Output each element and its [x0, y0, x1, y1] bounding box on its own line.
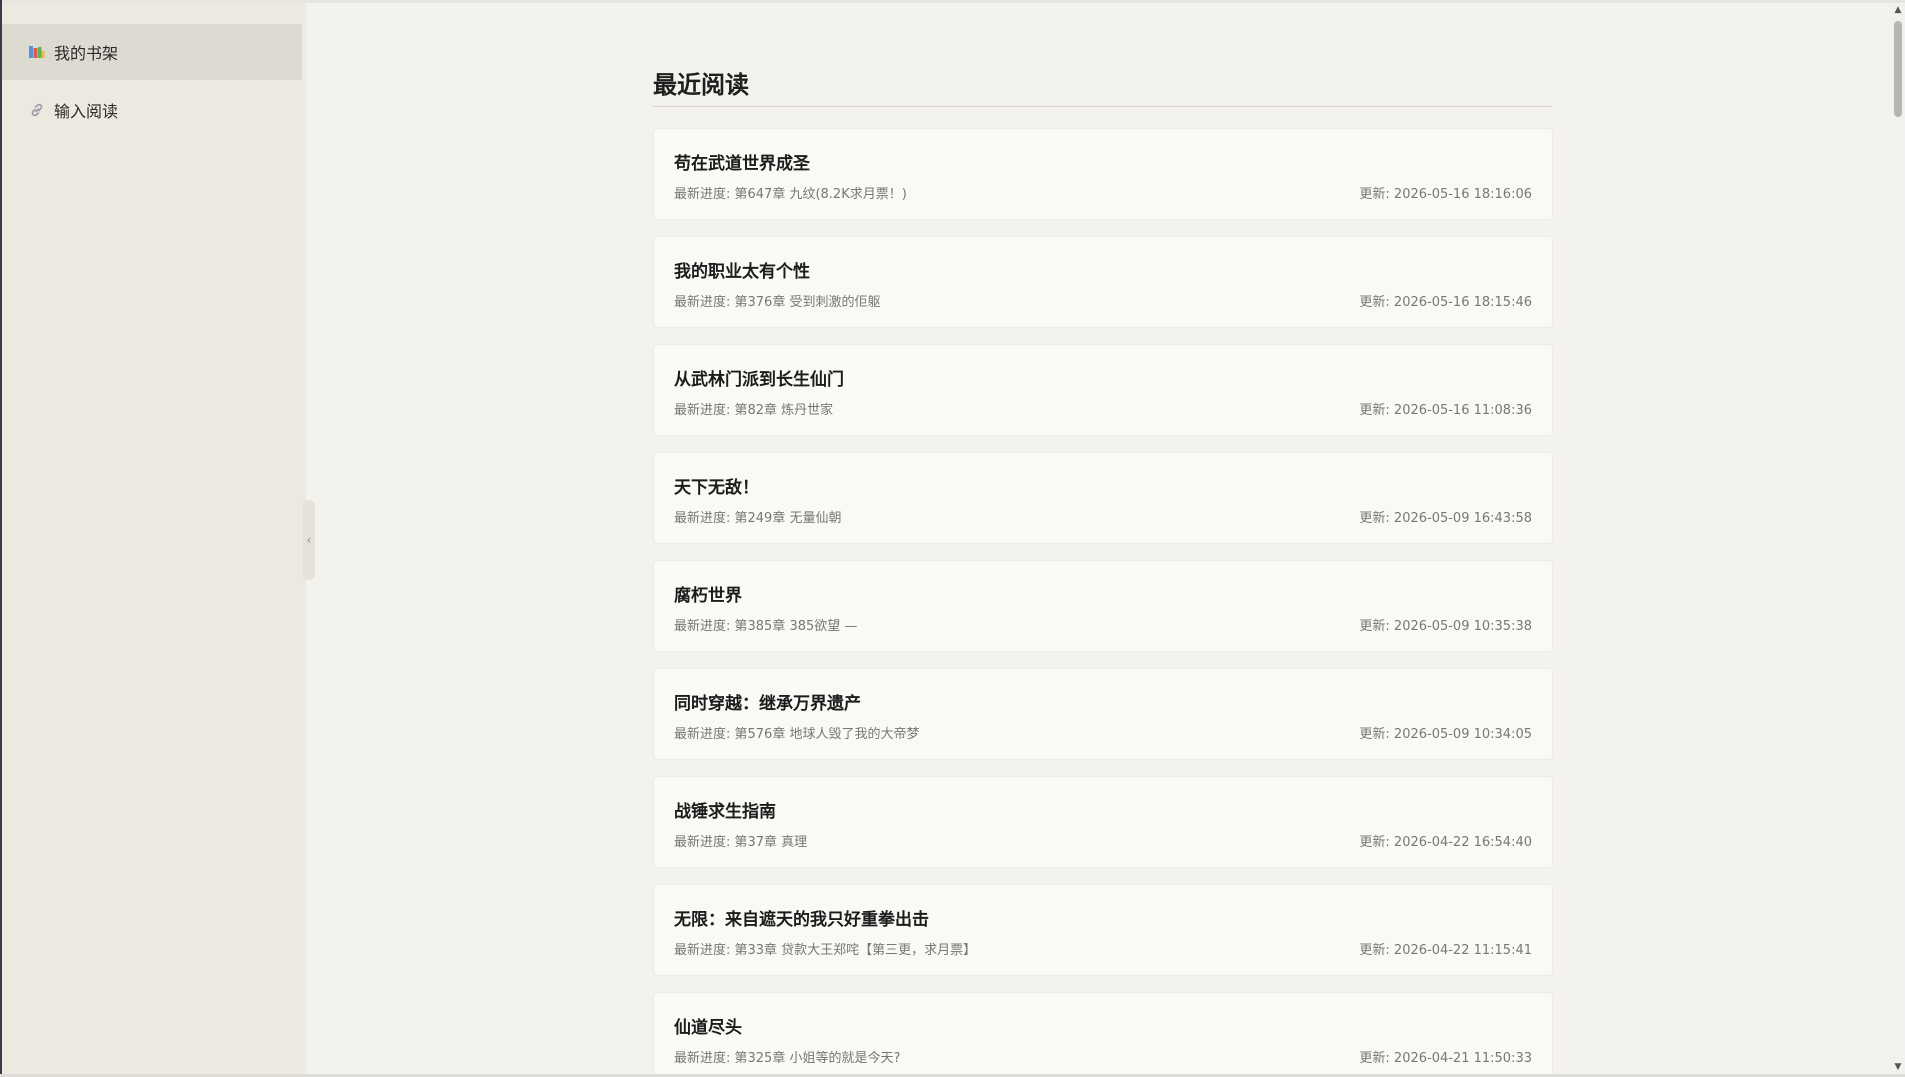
- book-title: 苟在武道世界成圣: [674, 154, 810, 174]
- book-card[interactable]: 战锤求生指南 最新进度: 第37章 真理 更新: 2026-04-22 16:5…: [653, 776, 1553, 868]
- book-progress: 最新进度: 第37章 真理: [674, 835, 808, 850]
- book-progress: 最新进度: 第647章 九纹(8.2K求月票！): [674, 187, 907, 202]
- book-updated-time: 更新: 2026-04-22 16:54:40: [1359, 835, 1532, 850]
- page-title: 最近阅读: [653, 71, 749, 99]
- book-card[interactable]: 我的职业太有个性 最新进度: 第376章 受到刺激的佢躯 更新: 2026-05…: [653, 236, 1553, 328]
- book-progress: 最新进度: 第325章 小姐等的就是今天?: [674, 1051, 901, 1066]
- vertical-scrollbar[interactable]: ▲ ▼: [1891, 3, 1905, 1074]
- sidebar-item-input-reading[interactable]: 输入阅读: [2, 82, 302, 138]
- book-updated-time: 更新: 2026-05-09 10:35:38: [1359, 619, 1532, 634]
- book-title: 我的职业太有个性: [674, 262, 810, 282]
- link-icon: [28, 101, 46, 119]
- book-card[interactable]: 无限：来自遮天的我只好重拳出击 最新进度: 第33章 贷款大王郑咤【第三更，求月…: [653, 884, 1553, 976]
- book-updated-time: 更新: 2026-05-16 11:08:36: [1359, 403, 1532, 418]
- book-progress: 最新进度: 第576章 地球人毁了我的大帝梦: [674, 727, 920, 742]
- app-window: 我的书架 输入阅读 ‹ 最近阅读 苟在武道世界成圣 最新进度: 第647章 九纹…: [0, 0, 1905, 1077]
- book-title: 从武林门派到长生仙门: [674, 370, 844, 390]
- book-updated-time: 更新: 2026-05-16 18:16:06: [1359, 187, 1532, 202]
- book-title: 腐朽世界: [674, 586, 742, 606]
- book-card[interactable]: 从武林门派到长生仙门 最新进度: 第82章 炼丹世家 更新: 2026-05-1…: [653, 344, 1553, 436]
- sidebar-item-label: 我的书架: [54, 44, 119, 63]
- book-progress: 最新进度: 第249章 无量仙朝: [674, 511, 842, 526]
- book-updated-time: 更新: 2026-05-09 10:34:05: [1359, 727, 1532, 742]
- book-title: 无限：来自遮天的我只好重拳出击: [674, 910, 929, 930]
- sidebar-item-bookshelf[interactable]: 我的书架: [2, 24, 302, 80]
- books-icon: [28, 43, 46, 61]
- scrollbar-thumb[interactable]: [1894, 21, 1902, 117]
- book-title: 同时穿越：继承万界遗产: [674, 694, 861, 714]
- scroll-up-icon[interactable]: ▲: [1891, 3, 1905, 17]
- sidebar: 我的书架 输入阅读: [2, 3, 302, 1074]
- sidebar-item-label: 输入阅读: [54, 102, 119, 121]
- book-title: 战锤求生指南: [674, 802, 776, 822]
- book-updated-time: 更新: 2026-05-16 18:15:46: [1359, 295, 1532, 310]
- book-updated-time: 更新: 2026-05-09 16:43:58: [1359, 511, 1532, 526]
- book-title: 天下无敌！: [674, 478, 759, 498]
- scroll-down-icon[interactable]: ▼: [1891, 1060, 1905, 1074]
- book-card[interactable]: 仙道尽头 最新进度: 第325章 小姐等的就是今天? 更新: 2026-04-2…: [653, 992, 1553, 1074]
- book-card[interactable]: 天下无敌！ 最新进度: 第249章 无量仙朝 更新: 2026-05-09 16…: [653, 452, 1553, 544]
- book-updated-time: 更新: 2026-04-22 11:15:41: [1359, 943, 1532, 958]
- title-divider: [653, 106, 1553, 107]
- book-progress: 最新进度: 第33章 贷款大王郑咤【第三更，求月票】: [674, 943, 977, 958]
- book-title: 仙道尽头: [674, 1018, 742, 1038]
- book-card[interactable]: 腐朽世界 最新进度: 第385章 385欲望 — 更新: 2026-05-09 …: [653, 560, 1553, 652]
- book-progress: 最新进度: 第376章 受到刺激的佢躯: [674, 295, 881, 310]
- book-updated-time: 更新: 2026-04-21 11:50:33: [1359, 1051, 1532, 1066]
- book-card[interactable]: 同时穿越：继承万界遗产 最新进度: 第576章 地球人毁了我的大帝梦 更新: 2…: [653, 668, 1553, 760]
- book-progress: 最新进度: 第385章 385欲望 —: [674, 619, 858, 634]
- book-progress: 最新进度: 第82章 炼丹世家: [674, 403, 834, 418]
- book-card[interactable]: 苟在武道世界成圣 最新进度: 第647章 九纹(8.2K求月票！) 更新: 20…: [653, 128, 1553, 220]
- main-content: 最近阅读 苟在武道世界成圣 最新进度: 第647章 九纹(8.2K求月票！) 更…: [306, 3, 1891, 1074]
